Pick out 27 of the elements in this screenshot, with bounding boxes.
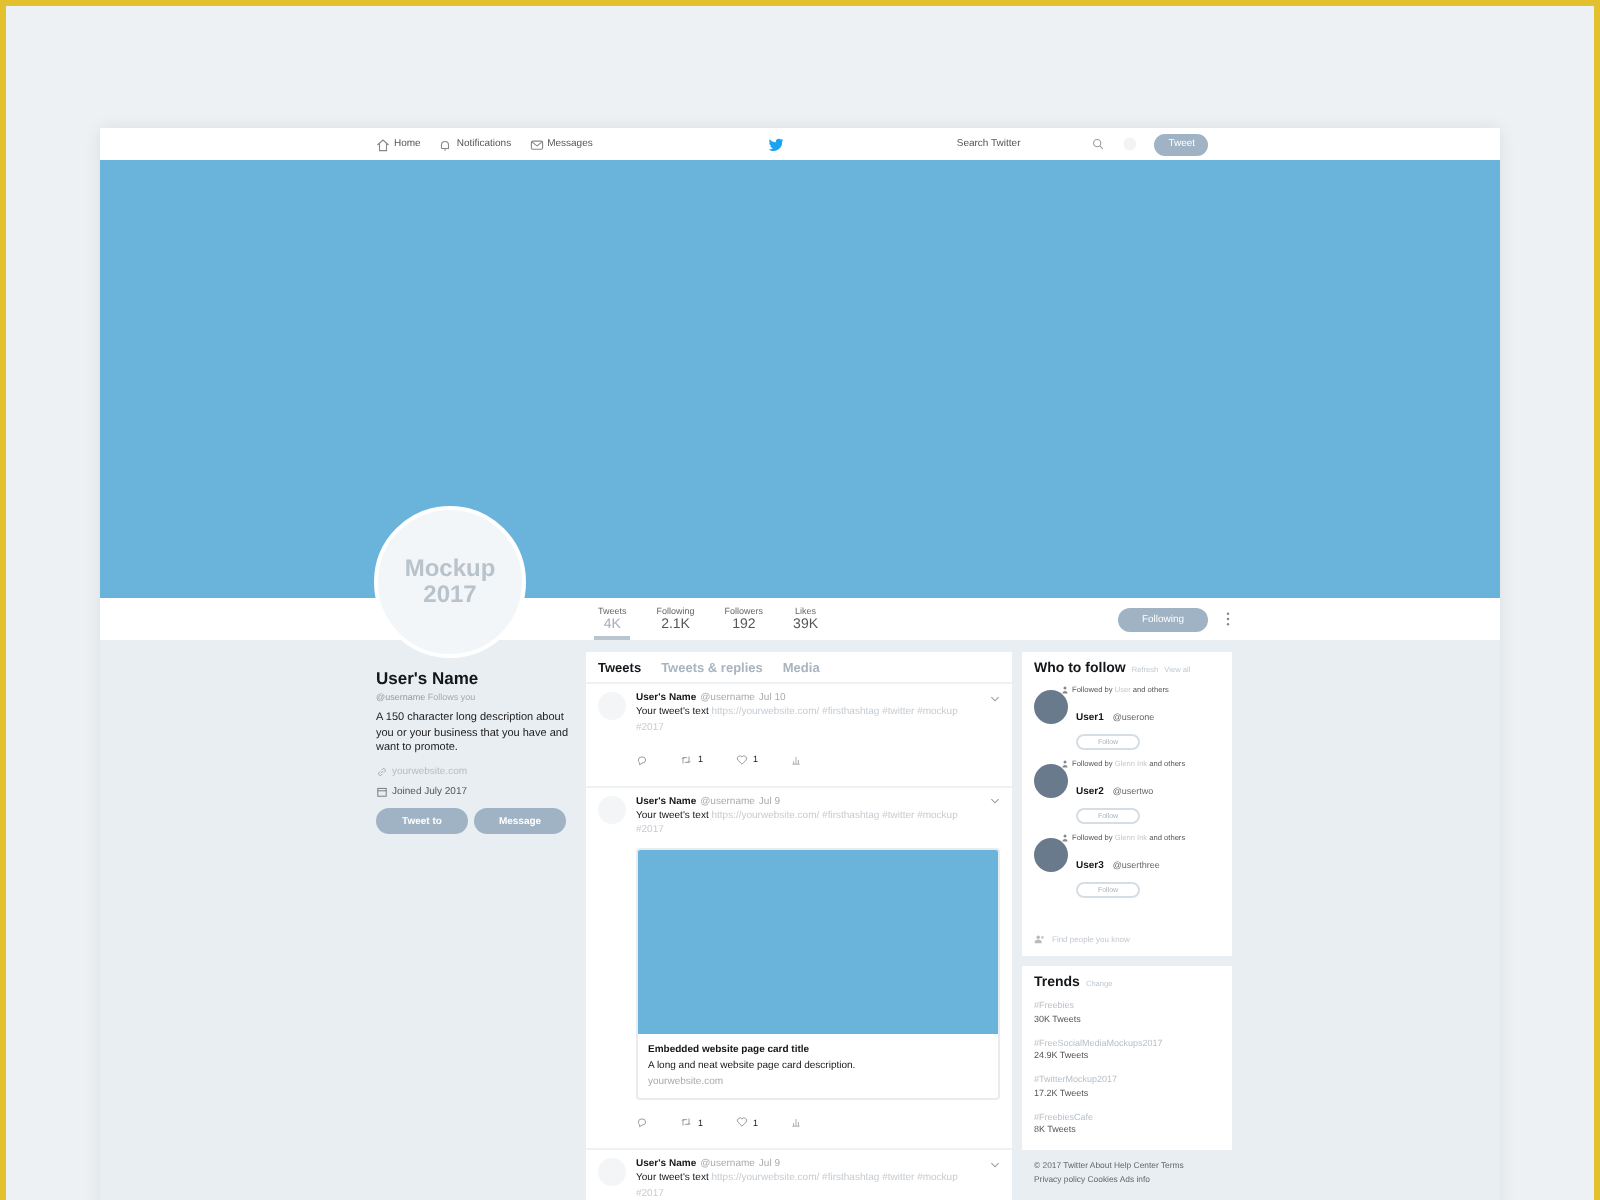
bird-logo-icon bbox=[768, 137, 785, 151]
person-icon bbox=[1062, 686, 1068, 694]
reply-icon[interactable] bbox=[636, 753, 648, 765]
profile-name: User's Name bbox=[376, 668, 481, 688]
person-icon bbox=[1062, 760, 1068, 768]
bar-chart-icon[interactable] bbox=[790, 753, 803, 765]
chevron-down-icon[interactable] bbox=[990, 1161, 1000, 1167]
house-icon[interactable] bbox=[376, 137, 390, 151]
people-icon bbox=[1034, 934, 1046, 944]
calendar-icon bbox=[376, 786, 388, 799]
bell-icon[interactable] bbox=[438, 137, 453, 151]
chevron-down-icon[interactable] bbox=[990, 695, 1000, 701]
chevron-down-icon[interactable] bbox=[990, 798, 1000, 804]
bar-chart-icon[interactable] bbox=[790, 1116, 803, 1128]
person-icon bbox=[1062, 834, 1068, 842]
link-icon bbox=[376, 766, 388, 779]
heart-icon[interactable] bbox=[735, 1116, 748, 1128]
reply-icon[interactable] bbox=[636, 1116, 648, 1128]
envelope-icon[interactable] bbox=[529, 137, 544, 151]
retweet-icon[interactable] bbox=[680, 753, 692, 765]
profile-avatar: Mockup 2017 bbox=[374, 506, 526, 658]
retweet-icon[interactable] bbox=[680, 1116, 692, 1128]
user-avatar bbox=[1034, 690, 1068, 724]
user-avatar bbox=[1034, 764, 1068, 798]
user-avatar bbox=[1034, 838, 1068, 872]
search-icon[interactable] bbox=[1092, 138, 1105, 150]
heart-icon[interactable] bbox=[735, 753, 748, 765]
